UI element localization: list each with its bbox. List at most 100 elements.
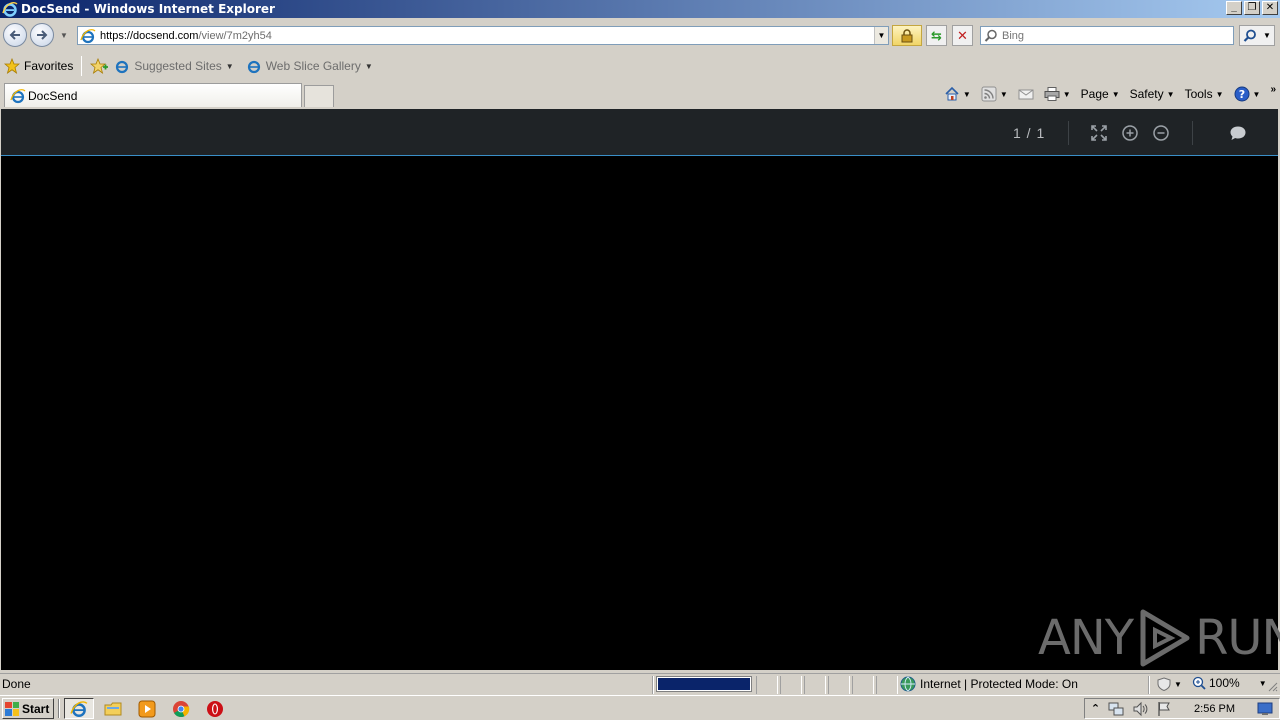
toolbar-overflow-icon[interactable]: »: [1270, 84, 1276, 95]
tab-bar: DocSend ▼ ▼ ▼ Page ▼ Safety ▼ Tools ▼ ? …: [0, 80, 1280, 109]
address-bar[interactable]: https://docsend.com/view/7m2yh54 ▼: [77, 26, 889, 45]
security-zone[interactable]: Internet | Protected Mode: On: [900, 676, 1078, 692]
status-cell: [780, 676, 802, 694]
stop-icon: ✕: [957, 27, 968, 43]
new-tab-button[interactable]: [304, 85, 334, 107]
chevron-down-icon: ▼: [999, 89, 1008, 99]
print-button[interactable]: ▼: [1044, 86, 1071, 102]
minimize-button[interactable]: _: [1226, 1, 1242, 15]
favorites-bar: Favorites Suggested Sites ▼ Web Slice Ga…: [0, 52, 1280, 80]
ie-page-icon: [10, 88, 26, 103]
safety-menu[interactable]: Safety ▼: [1130, 87, 1175, 101]
favorites-button[interactable]: Favorites: [4, 58, 73, 74]
help-button[interactable]: ? ▼: [1234, 86, 1261, 102]
window-title-bar[interactable]: DocSend - Windows Internet Explorer _ ❐ …: [0, 0, 1280, 18]
chevron-down-icon: ▼: [962, 89, 971, 99]
show-hidden-icons-icon[interactable]: ⌃: [1091, 702, 1100, 715]
add-to-favorites-bar-icon[interactable]: [90, 58, 109, 74]
recent-pages-dropdown-icon[interactable]: ▼: [60, 31, 68, 40]
home-button[interactable]: ▼: [944, 86, 971, 102]
back-button[interactable]: [3, 23, 27, 47]
feeds-button[interactable]: ▼: [981, 86, 1008, 102]
progress-fill: [658, 678, 750, 690]
rss-feed-icon: [981, 86, 997, 102]
taskbar-app-chrome[interactable]: [166, 698, 196, 719]
volume-icon[interactable]: [1132, 701, 1148, 717]
search-options-dropdown-icon[interactable]: ▼: [1263, 31, 1271, 40]
start-button[interactable]: Start: [2, 698, 54, 719]
status-divider: [652, 676, 654, 694]
action-center-flag-icon[interactable]: [1156, 701, 1172, 717]
show-desktop-icon[interactable]: [1257, 702, 1273, 716]
chevron-down-icon: ▼: [1111, 89, 1120, 99]
zoom-in-icon[interactable]: [1121, 124, 1139, 142]
chrome-icon: [173, 700, 190, 717]
maximize-button[interactable]: ❐: [1244, 1, 1260, 15]
command-bar: ▼ ▼ ▼ Page ▼ Safety ▼ Tools ▼ ? ▼ »: [944, 82, 1280, 106]
favorites-item-label: Suggested Sites: [134, 59, 222, 73]
watermark-text-right: RUN: [1195, 610, 1280, 666]
chevron-down-icon: ▼: [1252, 89, 1261, 99]
security-lock-button[interactable]: [892, 25, 922, 46]
page-load-progress: [656, 676, 752, 692]
close-button[interactable]: ✕: [1262, 1, 1278, 15]
zoom-icon: [1192, 676, 1206, 690]
tools-menu[interactable]: Tools ▼: [1185, 87, 1224, 101]
search-box[interactable]: [980, 26, 1234, 45]
search-button[interactable]: ▼: [1239, 25, 1275, 46]
folder-icon: [104, 702, 122, 715]
taskbar-separator: [58, 699, 60, 718]
zoom-out-icon[interactable]: [1152, 124, 1170, 142]
address-dropdown-icon[interactable]: ▼: [874, 27, 888, 44]
media-player-icon: [138, 700, 156, 717]
favorites-item-web-slice-gallery[interactable]: Web Slice Gallery ▼: [246, 58, 373, 74]
tools-menu-label: Tools: [1184, 87, 1213, 101]
shield-icon: [1157, 677, 1171, 691]
url-path: /view/7m2yh54: [198, 29, 272, 42]
forward-button[interactable]: [30, 23, 54, 47]
taskbar-app-internet-explorer[interactable]: [64, 698, 94, 719]
ie-logo-icon: [70, 700, 88, 717]
network-icon[interactable]: [1108, 701, 1124, 717]
mail-icon: [1018, 89, 1034, 100]
page-menu[interactable]: Page ▼: [1081, 87, 1120, 101]
tab-label: DocSend: [28, 88, 78, 103]
chevron-down-icon: ▼: [1062, 89, 1071, 99]
stop-button[interactable]: ✕: [952, 25, 973, 46]
anyrun-watermark: ANY RUN: [1038, 608, 1280, 668]
favorites-item-label: Web Slice Gallery: [265, 59, 361, 73]
taskbar-app-opera[interactable]: [200, 698, 230, 719]
document-canvas[interactable]: [1, 156, 1278, 670]
comment-icon[interactable]: [1229, 124, 1247, 142]
tab-docsend[interactable]: DocSend: [4, 83, 302, 107]
clock[interactable]: 2:56 PM: [1194, 703, 1235, 715]
refresh-icon: ⇆: [931, 27, 942, 43]
resize-grip-icon[interactable]: [1266, 680, 1278, 692]
popup-blocker-button[interactable]: ▼: [1156, 677, 1182, 691]
ie-page-icon: [80, 28, 96, 43]
page-counter: 1 / 1: [1013, 125, 1046, 141]
back-arrow-icon: [9, 30, 20, 40]
favorites-separator: [81, 56, 83, 76]
opera-icon: [207, 700, 223, 717]
taskbar-app-media-player[interactable]: [132, 698, 162, 719]
chevron-down-icon: ▼: [225, 61, 234, 71]
refresh-button[interactable]: ⇆: [926, 25, 947, 46]
read-mail-button[interactable]: [1018, 86, 1034, 102]
zoom-control[interactable]: 100% ▼: [1192, 676, 1267, 690]
help-icon: ?: [1234, 86, 1250, 102]
internet-globe-icon: [900, 676, 916, 692]
chevron-down-icon: ▼: [1215, 89, 1224, 99]
status-text: Done: [2, 677, 31, 691]
toolbar-divider: [1192, 121, 1193, 145]
zoom-level: 100%: [1209, 676, 1240, 690]
ie-logo-icon: [2, 1, 18, 17]
search-input[interactable]: [1002, 29, 1222, 42]
toolbar-divider: [1068, 121, 1069, 145]
status-cell: [852, 676, 874, 694]
fullscreen-icon[interactable]: [1090, 124, 1108, 142]
system-tray: ⌃ 2:56 PM: [1083, 698, 1280, 719]
svg-text:?: ?: [1238, 88, 1244, 101]
favorites-item-suggested-sites[interactable]: Suggested Sites ▼: [114, 58, 234, 74]
taskbar-app-file-explorer[interactable]: [98, 698, 128, 719]
